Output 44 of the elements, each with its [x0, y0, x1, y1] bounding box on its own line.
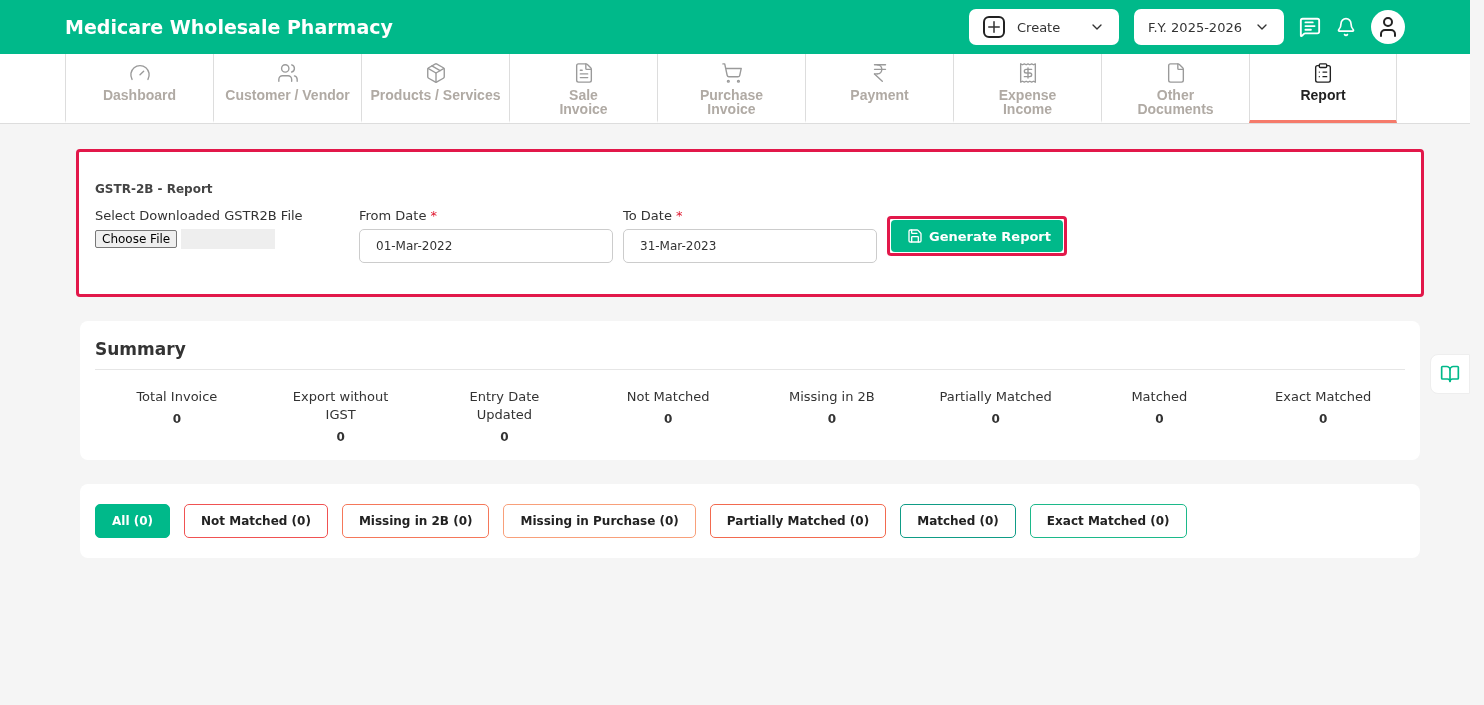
bell-icon[interactable]	[1336, 17, 1356, 37]
form-title: GSTR-2B - Report	[95, 182, 214, 196]
stat-value: 0	[500, 430, 509, 444]
avatar[interactable]	[1371, 10, 1405, 44]
field-label: From Date *	[359, 208, 438, 223]
stat-label: Entry Date Updated	[468, 388, 541, 424]
cart-icon	[720, 62, 743, 84]
stat-value: 0	[336, 430, 345, 444]
stat-label: Partially Matched	[939, 388, 1052, 406]
app-title: Medicare Wholesale Pharmacy	[65, 16, 394, 38]
stat-value: 0	[991, 412, 1000, 426]
stat-value: 0	[172, 412, 182, 426]
choose-file-button[interactable]: Choose File	[95, 230, 178, 248]
stat-label: Missing in 2B	[788, 388, 875, 406]
nav-tab[interactable]: Report	[1249, 54, 1397, 123]
stat-value: 0	[1155, 412, 1164, 426]
stat-label: Exact Matched	[1275, 388, 1372, 406]
to-date-field[interactable]: 31-Mar-2023	[623, 229, 877, 263]
message-icon[interactable]	[1299, 16, 1321, 38]
file-label: Select Downloaded GSTR2B File	[95, 208, 304, 223]
stat-label: Export without IGST	[291, 388, 390, 424]
filter-chip[interactable]: Matched (0)	[900, 504, 1016, 538]
fiscal-year-dropdown[interactable]: F.Y. 2025-2026	[1134, 9, 1284, 45]
box-icon	[424, 62, 447, 84]
filter-chip[interactable]: Missing in 2B (0)	[341, 504, 490, 538]
people-icon	[276, 62, 299, 84]
filter-chip[interactable]: Exact Matched (0)	[1029, 504, 1187, 538]
clipboard-icon	[1312, 62, 1334, 84]
plus-icon	[983, 16, 1005, 38]
field-label: To Date *	[623, 208, 684, 223]
stat-label: Total Invoice	[136, 388, 218, 406]
stat-value: 0	[663, 412, 673, 426]
save-icon	[907, 228, 923, 244]
stat-value: 0	[827, 412, 837, 426]
filter-chip[interactable]: Not Matched (0)	[184, 504, 328, 538]
stat-value: 0	[1318, 412, 1328, 426]
summary-title: Summary	[94, 338, 187, 361]
notes-icon[interactable]	[1430, 354, 1470, 394]
stat-label: Not Matched	[626, 388, 710, 406]
create-dropdown[interactable]: Create	[969, 9, 1119, 45]
from-date-field[interactable]: 01-Mar-2022	[359, 229, 613, 263]
filter-chip[interactable]: Partially Matched (0)	[709, 504, 887, 538]
stat-label: Matched	[1131, 388, 1188, 406]
filter-chip[interactable]: Missing in Purchase (0)	[503, 504, 696, 538]
